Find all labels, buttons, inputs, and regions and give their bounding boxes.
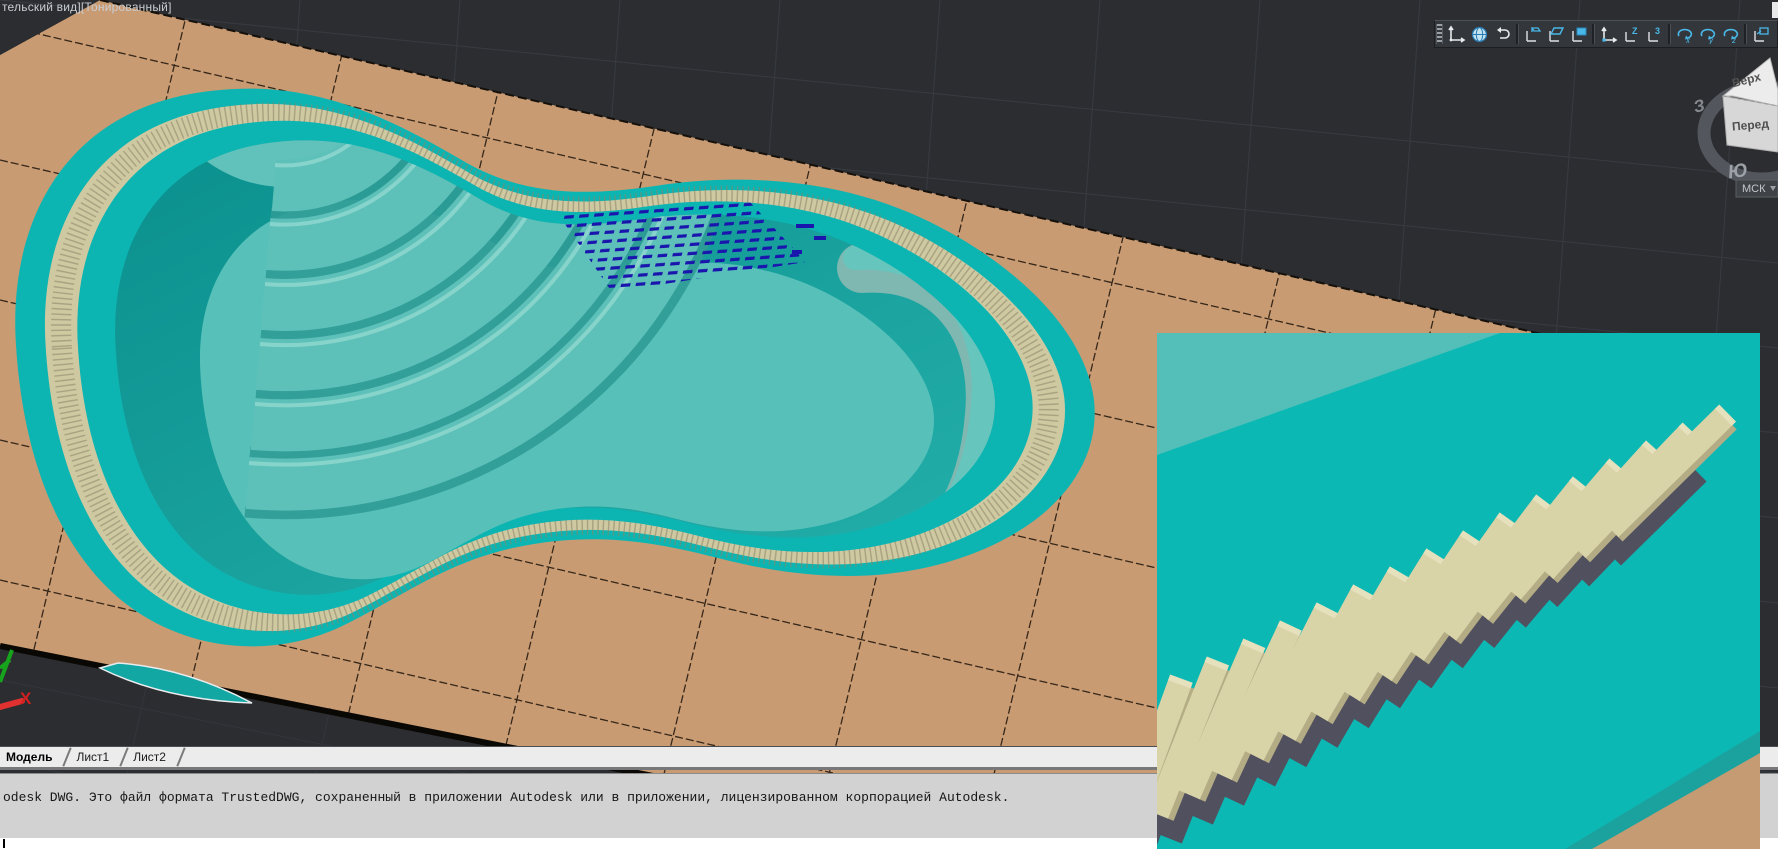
tab-layout1[interactable]: Лист1 bbox=[70, 748, 121, 767]
ucs-x-label: X bbox=[20, 689, 32, 708]
ucs-previous-icon[interactable] bbox=[1491, 23, 1514, 46]
ucs-rotate-x-icon[interactable]: x bbox=[1673, 23, 1696, 46]
toolbar-grip[interactable] bbox=[1436, 24, 1443, 44]
autocad-window: X тельский вид][Тонированный] bbox=[0, 0, 1778, 849]
viewcube-ucs-selector[interactable]: МСК bbox=[1736, 180, 1778, 197]
svg-text:3: 3 bbox=[1655, 26, 1660, 36]
ucs-world-icon[interactable] bbox=[1468, 23, 1491, 46]
ucs-apply-icon[interactable] bbox=[1749, 23, 1772, 46]
ucs-origin-icon[interactable] bbox=[1597, 23, 1620, 46]
svg-text:Z: Z bbox=[1632, 26, 1638, 36]
tab-layout2[interactable]: Лист2 bbox=[127, 748, 178, 767]
ucs-face-icon[interactable] bbox=[1544, 23, 1567, 46]
tab-model[interactable]: Модель bbox=[0, 748, 64, 767]
toolbar-separator bbox=[1592, 24, 1595, 44]
command-history-text: odesk DWG. Это файл формата TrustedDWG, … bbox=[3, 790, 1009, 805]
clipped-toolbar-fragment bbox=[1772, 2, 1778, 18]
viewport-label[interactable]: тельский вид][Тонированный] bbox=[2, 0, 172, 14]
ucs-icon[interactable] bbox=[1445, 23, 1468, 46]
toolbar-separator bbox=[1668, 24, 1671, 44]
viewcube-west[interactable]: З bbox=[1691, 96, 1706, 117]
svg-text:z: z bbox=[1731, 36, 1736, 44]
ucs-toolbar: Z 3 x y z bbox=[1434, 20, 1778, 48]
viewcube[interactable]: З Ю Верх Перед МСК bbox=[1680, 50, 1778, 210]
ucs-view-icon[interactable] bbox=[1567, 23, 1590, 46]
viewcube-cube[interactable]: Верх Перед bbox=[1723, 58, 1778, 152]
ucs-3-point-icon[interactable]: 3 bbox=[1643, 23, 1666, 46]
toolbar-separator bbox=[1744, 24, 1747, 44]
svg-text:МСК: МСК bbox=[1742, 183, 1766, 195]
ucs-rotate-z-icon[interactable]: z bbox=[1719, 23, 1742, 46]
ucs-rotate-y-icon[interactable]: y bbox=[1696, 23, 1719, 46]
ucs-z-axis-vector-icon[interactable]: Z bbox=[1620, 23, 1643, 46]
zoom-inset-image bbox=[1157, 333, 1760, 849]
toolbar-separator bbox=[1516, 24, 1519, 44]
ucs-object-icon[interactable] bbox=[1521, 23, 1544, 46]
command-caret bbox=[3, 839, 5, 848]
